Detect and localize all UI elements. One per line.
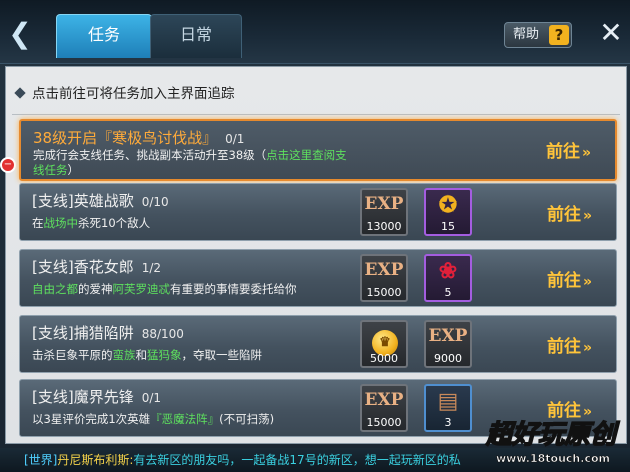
double-chevron-right-icon: »	[582, 274, 592, 290]
help-label: 帮助	[513, 27, 540, 42]
tracking-hint: 点击前往可将任务加入主界面追踪	[14, 85, 235, 103]
chat-sender[interactable]: 丹尼斯布利斯:	[57, 453, 133, 467]
reward-slot[interactable]: EXP 15000	[360, 384, 408, 432]
reward-amount: 13000	[366, 220, 402, 233]
quest-description: 击杀巨象平原的蛮族和猛犸象，夺取一些陷阱	[32, 348, 262, 362]
close-icon[interactable]: ✕	[596, 16, 626, 50]
quest-row[interactable]: [支线]魔界先锋 0/1 以3星评价完成1次英雄『恶魔法阵』(不可扫荡) EXP 150…	[19, 379, 617, 437]
reward-slot[interactable]: EXP 13000	[360, 188, 408, 236]
quest-description[interactable]: 完成行会支线任务、挑战副本活动升至38级（点击这里查阅支线任务）	[33, 148, 353, 178]
reward-slot[interactable]: ♛ 5000	[360, 320, 408, 368]
quest-progress: 0/10	[141, 195, 169, 209]
red-notification-icon: −	[0, 157, 16, 173]
reward-slot[interactable]: EXP 9000	[424, 320, 472, 368]
go-button[interactable]: 前往»	[547, 266, 592, 291]
tab-quests[interactable]: 任务	[56, 14, 152, 58]
reward-slot[interactable]: ❀ 5	[424, 254, 472, 302]
quest-row[interactable]: [支线]英雄战歌 0/10 在战场中杀死10个敌人 EXP 13000 ✪ 15 前往»	[19, 183, 617, 241]
go-button[interactable]: 前往»	[546, 137, 591, 162]
gold-medal-icon: ✪	[438, 192, 458, 218]
exp-icon: EXP	[364, 390, 404, 410]
reward-amount: 15000	[366, 416, 402, 429]
quest-row[interactable]: [支线]捕猎陷阱 88/100 击杀巨象平原的蛮族和猛犸象，夺取一些陷阱 ♛ 5000 E…	[19, 315, 617, 373]
top-bar: ❮ 任务 日常 帮助 ? ✕	[0, 0, 630, 64]
quest-title: [支线]魔界先锋 0/1	[32, 388, 162, 406]
chat-channel: [世界]	[24, 453, 58, 467]
quest-row[interactable]: [支线]香花女郎 1/2 自由之都的爱神阿芙罗迪忒有重要的事情要委托给你 EXP 150…	[19, 249, 617, 307]
exp-icon: EXP	[428, 326, 468, 346]
quest-description: 在战场中杀死10个敌人	[32, 216, 151, 230]
quest-title: [支线]捕猎陷阱 88/100	[32, 324, 184, 342]
double-chevron-right-icon: »	[582, 404, 592, 420]
reward-slot[interactable]: ✪ 15	[424, 188, 472, 236]
quest-progress: 0/1	[141, 391, 162, 405]
red-rose-icon: ❀	[438, 258, 458, 284]
reward-amount: 3	[444, 416, 452, 429]
double-chevron-right-icon: »	[582, 208, 592, 224]
quest-progress: 0/1	[225, 132, 245, 146]
chat-message: 有去新区的朋友吗，一起备战17号的新区，想一起玩新区的私	[133, 453, 461, 467]
exp-icon: EXP	[364, 260, 404, 280]
scroll-book-icon: ▤	[437, 388, 459, 414]
tab-daily[interactable]: 日常	[150, 14, 242, 58]
reward-amount: 9000	[434, 352, 462, 365]
help-button[interactable]: 帮助 ?	[504, 22, 572, 48]
quest-progress: 88/100	[141, 327, 184, 341]
exp-icon: EXP	[364, 194, 404, 214]
quest-title: 38级开启『寒极鸟讨伐战』 0/1	[33, 129, 245, 147]
chevron-left-icon[interactable]: ❮	[6, 18, 34, 50]
reward-amount: 15	[441, 220, 455, 233]
quest-title: [支线]英雄战歌 0/10	[32, 192, 169, 210]
go-button[interactable]: 前往»	[547, 332, 592, 357]
question-icon: ?	[549, 25, 569, 45]
quest-description: 以3星评价完成1次英雄『恶魔法阵』(不可扫荡)	[32, 412, 275, 426]
reward-amount: 15000	[366, 286, 402, 299]
go-button[interactable]: 前往»	[547, 200, 592, 225]
reward-amount: 5000	[370, 352, 398, 365]
quest-description: 自由之都的爱神阿芙罗迪忒有重要的事情要委托给你	[32, 282, 297, 296]
world-chat-bar[interactable]: [世界]丹尼斯布利斯:有去新区的朋友吗，一起备战17号的新区，想一起玩新区的私	[0, 448, 630, 472]
reward-amount: 5	[444, 286, 452, 299]
divider	[12, 114, 620, 115]
diamond-bullet-icon	[14, 87, 26, 99]
double-chevron-right-icon: »	[581, 145, 591, 161]
reward-slot[interactable]: ▤ 3	[424, 384, 472, 432]
quest-title: [支线]香花女郎 1/2	[32, 258, 162, 276]
go-button[interactable]: 前往»	[547, 396, 592, 421]
double-chevron-right-icon: »	[582, 340, 592, 356]
reward-slot[interactable]: EXP 15000	[360, 254, 408, 302]
quest-row[interactable]: 38级开启『寒极鸟讨伐战』 0/1 完成行会支线任务、挑战副本活动升至38级（点击这…	[19, 119, 617, 181]
quest-progress: 1/2	[141, 261, 162, 275]
